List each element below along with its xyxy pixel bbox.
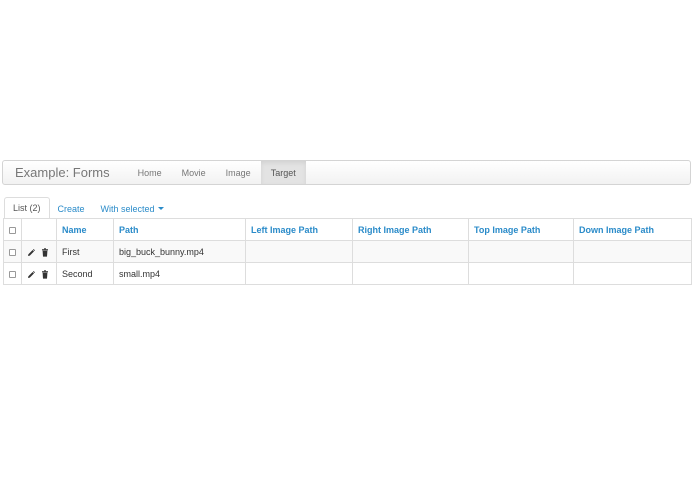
nav-item-home[interactable]: Home [128, 161, 172, 184]
pencil-icon[interactable] [27, 248, 35, 257]
cell-down-image-path [573, 262, 692, 285]
cell-top-image-path [468, 262, 574, 285]
select-all-checkbox[interactable] [9, 226, 16, 234]
actions-header [21, 218, 57, 241]
select-all-cell [3, 218, 22, 241]
cell-path: small.mp4 [113, 262, 246, 285]
column-header-top-image-path[interactable]: Top Image Path [468, 218, 574, 241]
cell-name: First [56, 240, 114, 263]
cell-left-image-path [245, 262, 353, 285]
pencil-icon[interactable] [27, 270, 35, 279]
navbar: Example: Forms Home Movie Image Target [2, 160, 691, 185]
row-select-cell [3, 262, 22, 285]
nav-item-target[interactable]: Target [260, 161, 306, 184]
navbar-menu: Home Movie Image Target [128, 161, 306, 184]
row-checkbox[interactable] [9, 270, 16, 278]
column-header-left-image-path[interactable]: Left Image Path [245, 218, 353, 241]
column-header-name[interactable]: Name [56, 218, 114, 241]
nav-item-movie[interactable]: Movie [172, 161, 216, 184]
trash-icon[interactable] [41, 269, 49, 279]
cell-name: Second [56, 262, 114, 285]
row-checkbox[interactable] [9, 248, 16, 256]
cell-down-image-path [573, 240, 692, 263]
row-actions [21, 240, 57, 263]
column-header-path[interactable]: Path [113, 218, 246, 241]
column-header-right-image-path[interactable]: Right Image Path [352, 218, 469, 241]
table-row: First big_buck_bunny.mp4 [3, 240, 692, 263]
with-selected-dropdown[interactable]: With selected [93, 198, 172, 219]
column-header-down-image-path[interactable]: Down Image Path [573, 218, 692, 241]
cell-left-image-path [245, 240, 353, 263]
table-header-row: Name Path Left Image Path Right Image Pa… [3, 218, 692, 241]
nav-item-image[interactable]: Image [216, 161, 261, 184]
with-selected-label: With selected [100, 203, 155, 214]
cell-path: big_buck_bunny.mp4 [113, 240, 246, 263]
view-tabs: List (2) Create With selected [4, 197, 691, 219]
row-actions [21, 262, 57, 285]
trash-icon[interactable] [41, 247, 49, 257]
records-table: Name Path Left Image Path Right Image Pa… [3, 218, 692, 285]
tab-create[interactable]: Create [50, 198, 93, 219]
navbar-brand[interactable]: Example: Forms [3, 161, 122, 184]
cell-right-image-path [352, 262, 469, 285]
cell-right-image-path [352, 240, 469, 263]
cell-top-image-path [468, 240, 574, 263]
table-row: Second small.mp4 [3, 262, 692, 285]
row-select-cell [3, 240, 22, 263]
caret-down-icon [157, 207, 164, 210]
tab-list[interactable]: List (2) [4, 197, 50, 219]
